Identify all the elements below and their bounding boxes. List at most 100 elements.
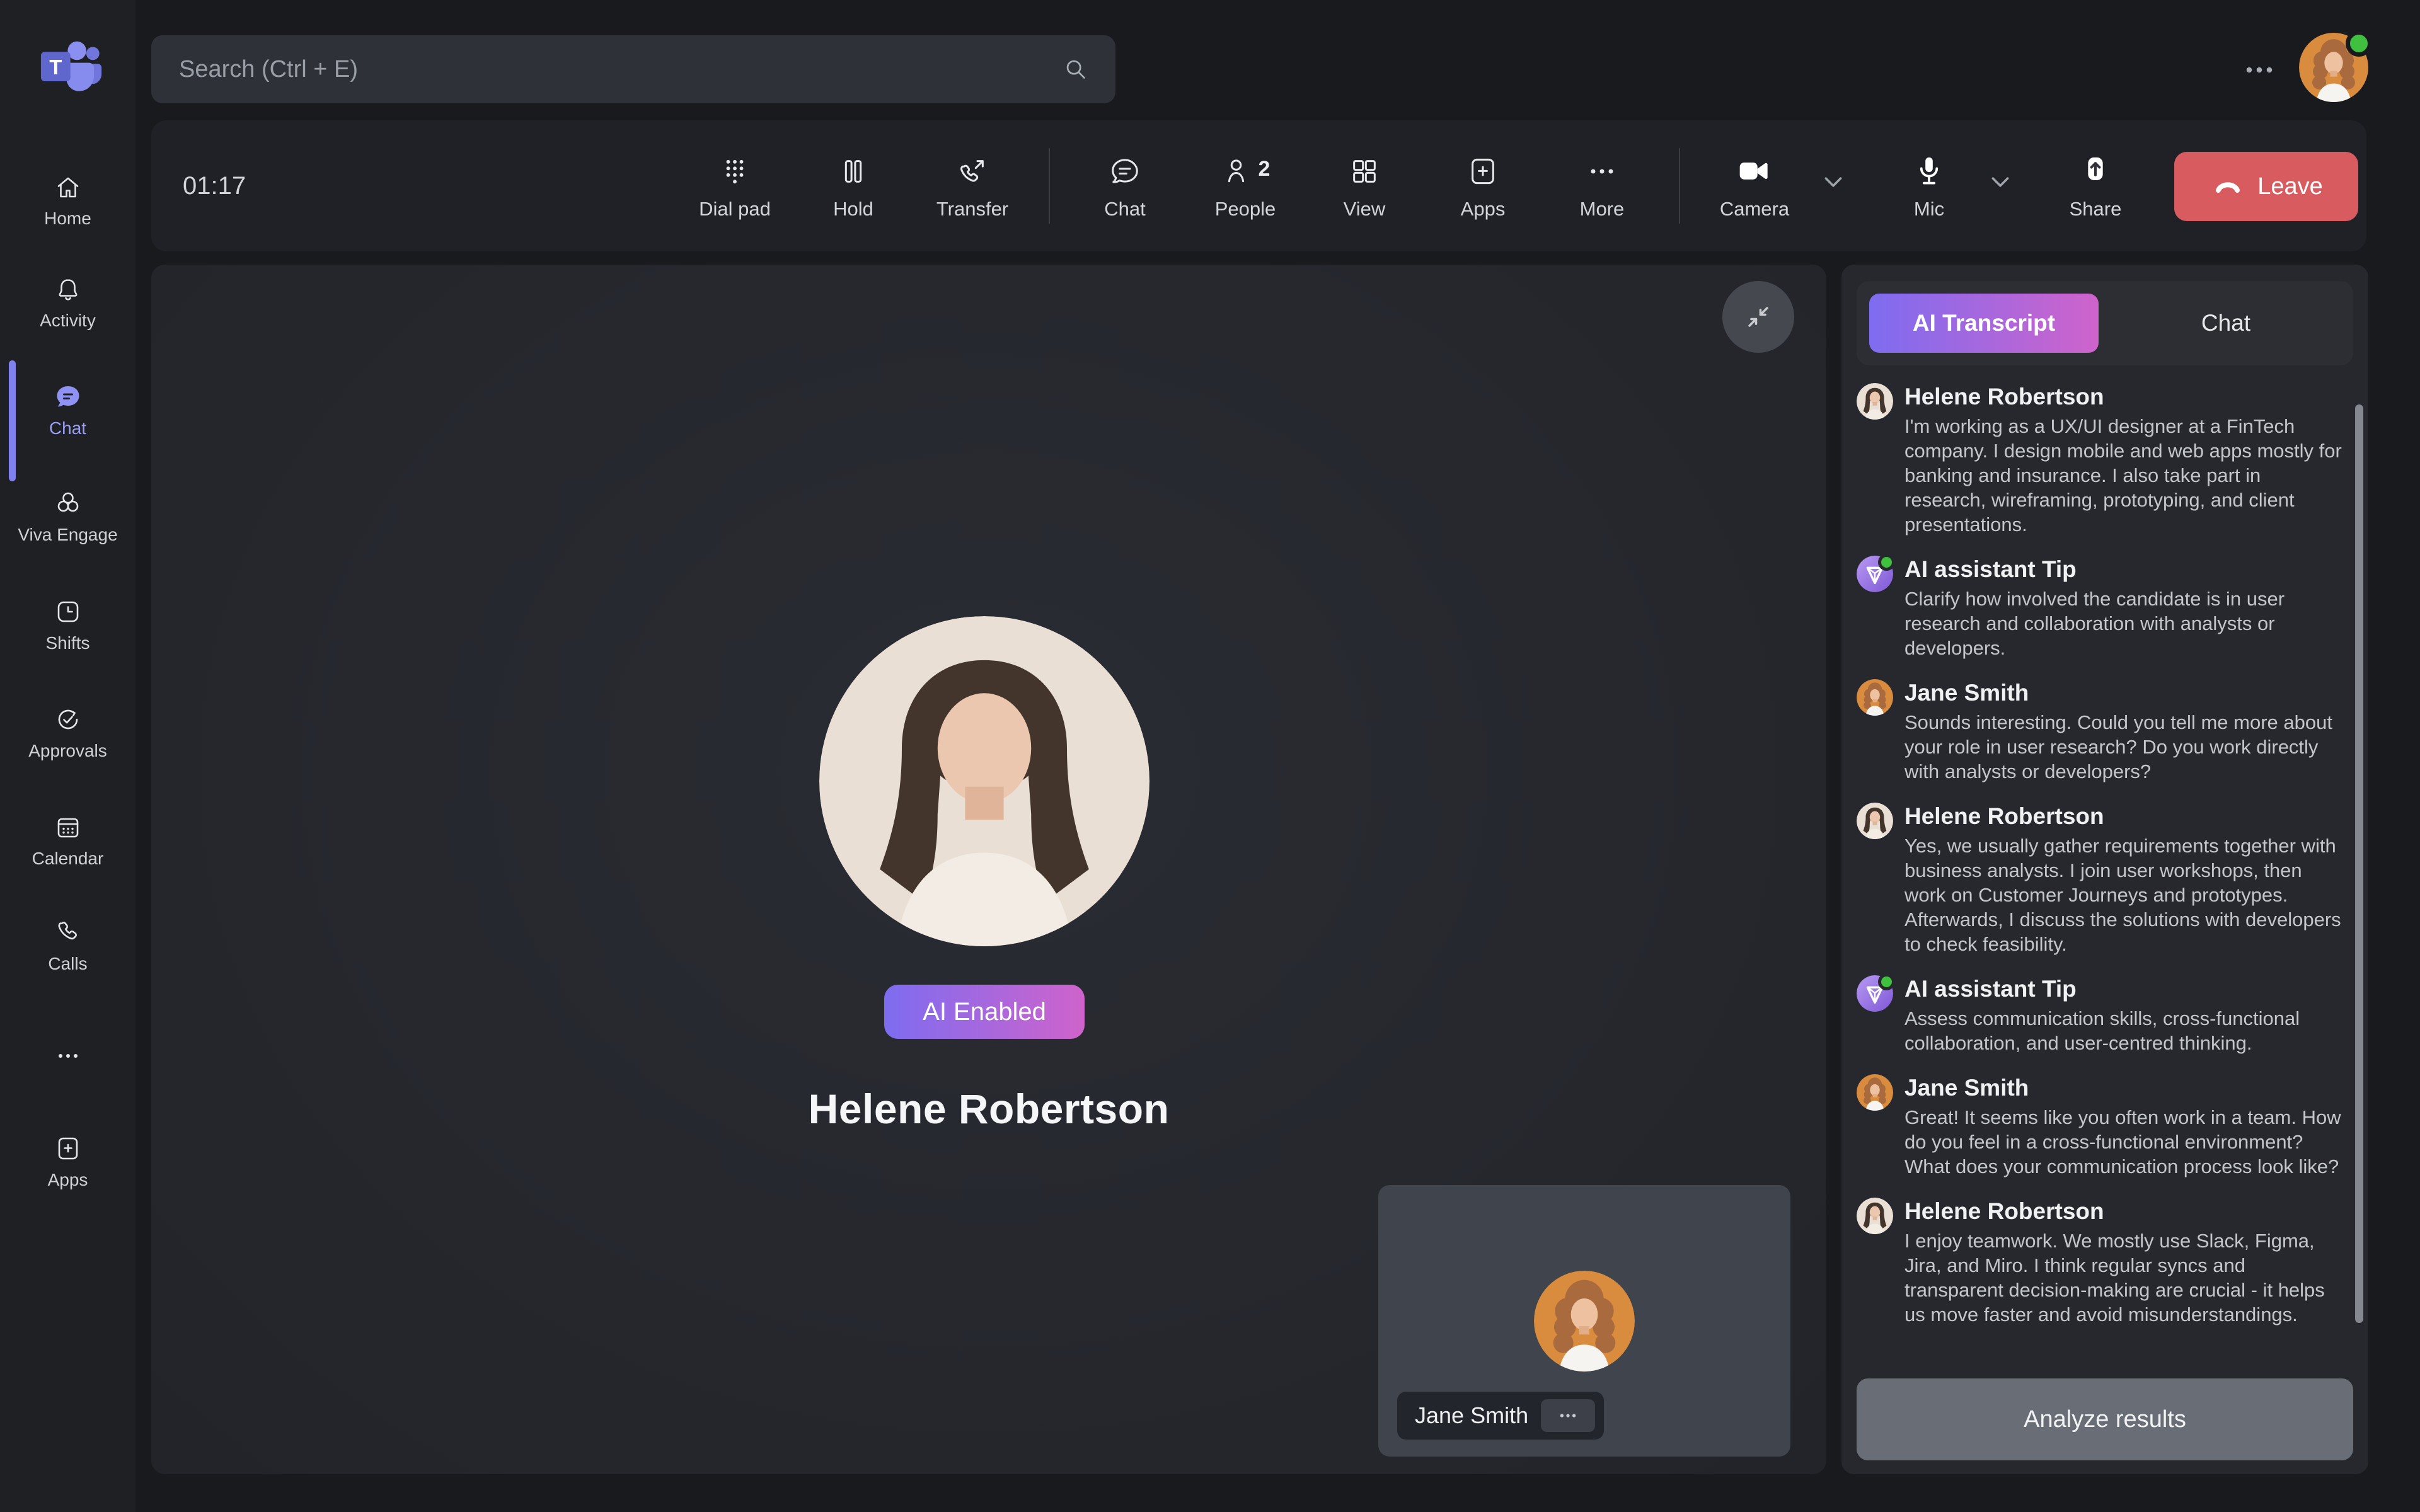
message-avatar [1857, 1198, 1893, 1234]
pip-participant-name: Jane Smith [1415, 1402, 1528, 1429]
speaker-name: Helene Robertson [1904, 383, 2344, 411]
analyze-results-button[interactable]: Analyze results [1857, 1378, 2353, 1460]
approvals-icon [53, 704, 83, 735]
sidebar-item-viva-engage[interactable]: Viva Engage [0, 488, 135, 576]
tab-chat[interactable]: Chat [2111, 294, 2341, 353]
toolbar-button-label: View [1344, 198, 1386, 220]
toolbar-button-label: Apps [1461, 198, 1506, 220]
panel-tabs: AI Transcript Chat [1857, 281, 2353, 365]
sidebar-item-more[interactable] [0, 1041, 135, 1129]
participant-avatar [819, 616, 1150, 946]
pip-name-label: Jane Smith [1397, 1392, 1604, 1440]
camera-icon [1737, 151, 1772, 189]
sidebar-item-label: Home [44, 209, 91, 229]
toolbar-button-dialpad[interactable]: Dial pad [678, 120, 792, 251]
sidebar-item-label: Apps [48, 1170, 88, 1190]
search-placeholder: Search (Ctrl + E) [179, 56, 1061, 83]
sidebar-item-calendar[interactable]: Calendar [0, 812, 135, 900]
toolbar-button-apps[interactable]: Apps [1426, 120, 1540, 251]
toolbar-button-more[interactable]: More [1545, 120, 1659, 251]
message-text: Yes, we usually gather requirements toge… [1904, 833, 2344, 956]
camera-button[interactable]: Camera [1698, 120, 1811, 251]
speaker-name: Helene Robertson [1904, 803, 2344, 830]
toolbar-button-label: People [1215, 198, 1276, 220]
participant-name: Helene Robertson [151, 1085, 1826, 1133]
sidebar-item-label: Calls [48, 954, 87, 974]
message-text: Sounds interesting. Could you tell me mo… [1904, 710, 2344, 784]
transcript-message: Jane Smith Great! It seems like you ofte… [1857, 1074, 2344, 1179]
ellipsis-icon [53, 1041, 83, 1071]
toolbar-divider [1049, 148, 1050, 224]
active-item-indicator [9, 360, 16, 481]
toolbar-button-label: Chat [1104, 198, 1145, 220]
message-text: Great! It seems like you often work in a… [1904, 1105, 2344, 1179]
message-text: I'm working as a UX/UI designer at a Fin… [1904, 414, 2344, 537]
dialpad-icon [717, 151, 752, 189]
sidebar-item-activity[interactable]: Activity [0, 274, 135, 362]
toolbar-button-people[interactable]: 2 People [1189, 120, 1302, 251]
sidebar-item-home[interactable]: Home [0, 172, 135, 260]
search-input[interactable]: Search (Ctrl + E) [151, 35, 1115, 103]
apps-icon [1465, 151, 1501, 189]
camera-options-chevron-down-icon[interactable] [1816, 164, 1851, 200]
sidebar-item-calls[interactable]: Calls [0, 917, 135, 1005]
clock-icon [53, 597, 83, 627]
collapse-view-button[interactable] [1722, 281, 1794, 353]
sidebar-item-label: Calendar [32, 849, 104, 869]
sidebar-item-approvals[interactable]: Approvals [0, 704, 135, 793]
ai-enabled-badge: AI Enabled [884, 985, 1085, 1039]
message-text: Clarify how involved the candidate is in… [1904, 587, 2344, 660]
teams-logo-icon[interactable]: T [37, 37, 102, 100]
sidebar-item-label: Viva Engage [18, 525, 117, 545]
leave-label: Leave [2257, 173, 2323, 200]
phone-icon [53, 917, 83, 948]
transcript-message: AI assistant Tip Assess communication sk… [1857, 975, 2344, 1055]
transfer-icon [955, 151, 990, 189]
pip-more-button[interactable] [1541, 1399, 1595, 1432]
share-button[interactable]: Share [2039, 120, 2152, 251]
share-icon [2078, 151, 2113, 189]
transcript-message: Helene Robertson Yes, we usually gather … [1857, 803, 2344, 956]
toolbar-button-label: Transfer [936, 198, 1008, 220]
pip-tile: Jane Smith [1378, 1185, 1790, 1457]
transcript-message: Jane Smith Sounds interesting. Could you… [1857, 679, 2344, 784]
message-avatar [1857, 679, 1893, 716]
camera-label: Camera [1720, 198, 1789, 220]
grid-icon [1347, 151, 1382, 189]
toolbar-button-chat[interactable]: Chat [1068, 120, 1182, 251]
toolbar-button-view[interactable]: View [1308, 120, 1421, 251]
teams-app-window: T Home Activity Chat Viva Engage Shifts Appro… [0, 0, 2420, 1512]
presence-indicator [2346, 30, 2372, 57]
tab-ai-transcript[interactable]: AI Transcript [1869, 294, 2099, 353]
ellipsis-icon [1553, 1401, 1582, 1430]
toolbar-button-hold[interactable]: Hold [797, 120, 910, 251]
speaker-name: AI assistant Tip [1904, 975, 2344, 1003]
share-label: Share [2070, 198, 2122, 220]
speaker-name: Jane Smith [1904, 679, 2344, 707]
mic-icon [1911, 151, 1947, 189]
toolbar-button-label: Dial pad [699, 198, 771, 220]
toolbar-button-label: Hold [833, 198, 873, 220]
user-avatar[interactable] [2299, 33, 2368, 102]
message-avatar [1857, 383, 1893, 420]
leave-button[interactable]: Leave [2174, 152, 2358, 221]
mic-label: Mic [1914, 198, 1944, 220]
transcript-message-list: Helene Robertson I'm working as a UX/UI … [1857, 383, 2344, 1360]
transcript-message: AI assistant Tip Clarify how involved th… [1857, 556, 2344, 660]
more-menu-button[interactable] [2231, 48, 2288, 92]
viva-engage-icon [53, 488, 83, 518]
home-icon [53, 172, 83, 202]
transcript-message: Helene Robertson I'm working as a UX/UI … [1857, 383, 2344, 537]
people-icon: 2 [1221, 151, 1270, 189]
sidebar-item-apps[interactable]: Apps [0, 1133, 135, 1222]
toolbar-button-transfer[interactable]: Transfer [916, 120, 1029, 251]
mic-button[interactable]: Mic [1872, 120, 1986, 251]
sidebar-item-chat[interactable]: Chat [0, 382, 135, 470]
chat-bubble-icon [1107, 151, 1143, 189]
ai-presence-dot [1878, 554, 1895, 571]
transcript-message: Helene Robertson I enjoy teamwork. We mo… [1857, 1198, 2344, 1327]
panel-scrollbar[interactable] [2355, 404, 2363, 1323]
sidebar-item-shifts[interactable]: Shifts [0, 597, 135, 685]
app-sidebar: T Home Activity Chat Viva Engage Shifts Appro… [0, 0, 135, 1512]
mic-options-chevron-down-icon[interactable] [1983, 164, 2018, 200]
